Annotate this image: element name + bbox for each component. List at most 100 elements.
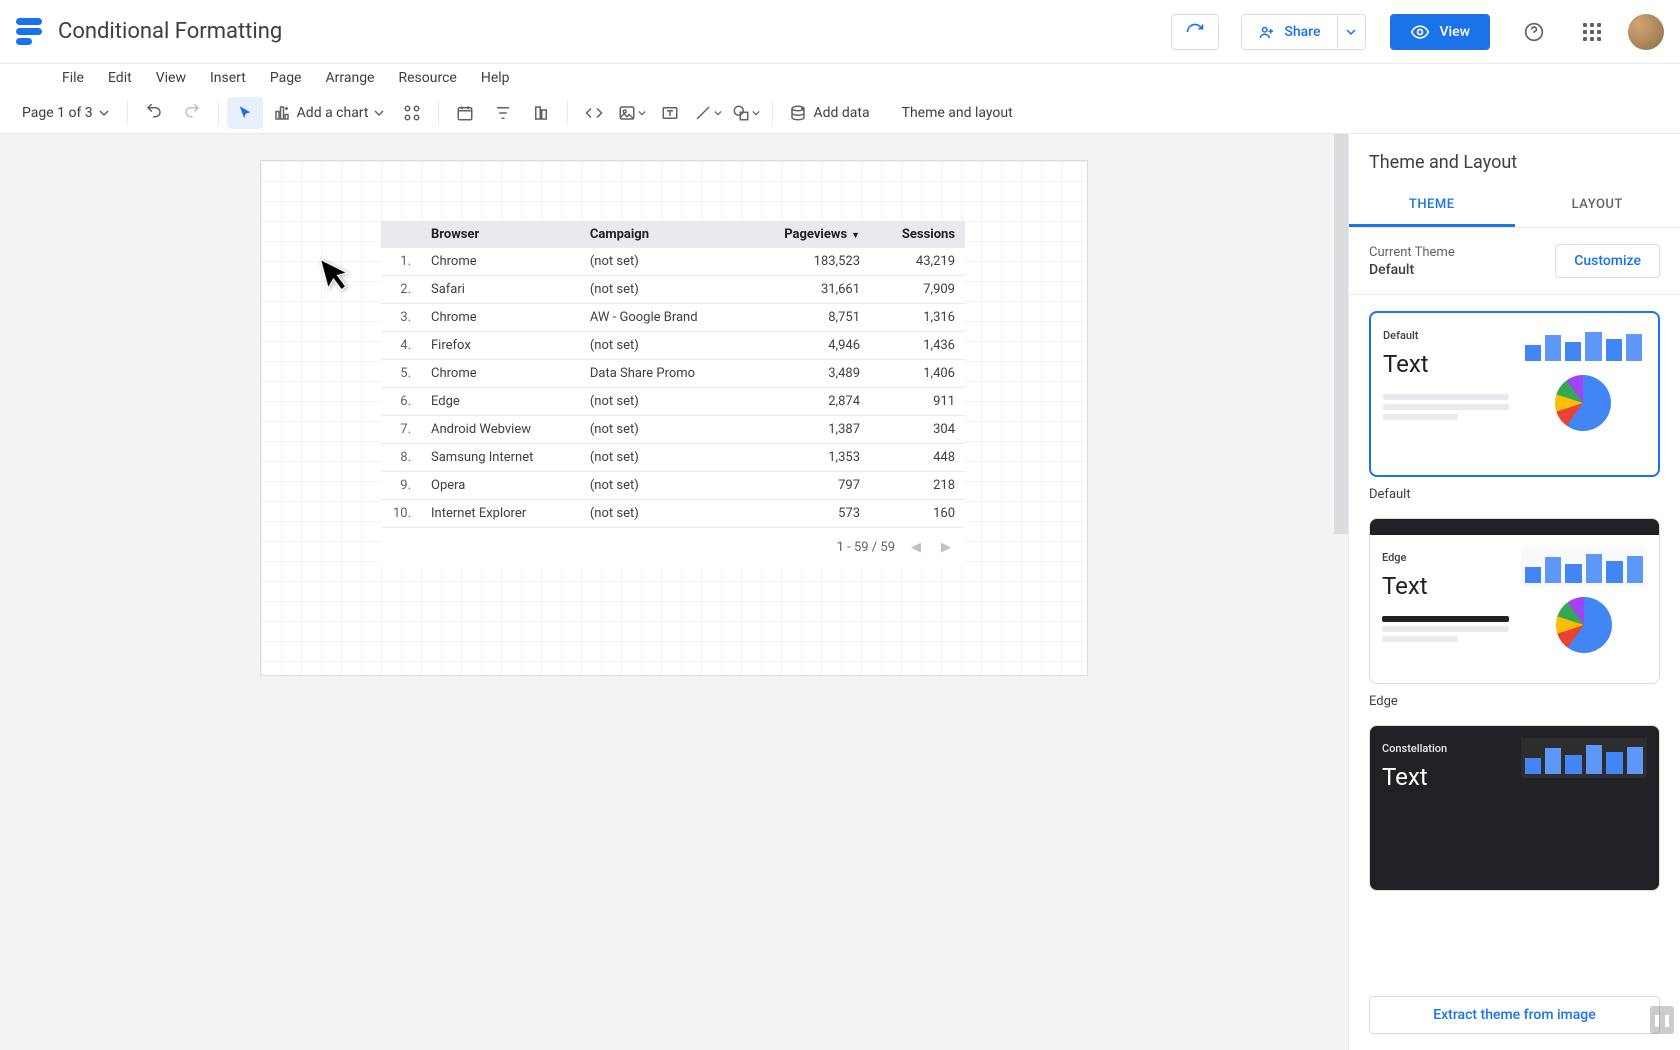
table-header-sessions[interactable]: Sessions xyxy=(870,221,965,248)
table-row[interactable]: 1. Chrome (not set) 183,523 43,219 xyxy=(381,248,965,276)
cell-pageviews: 3,489 xyxy=(746,360,870,388)
table-row[interactable]: 6. Edge (not set) 2,874 911 xyxy=(381,388,965,416)
add-chart-button[interactable]: Add a chart xyxy=(265,100,393,126)
add-chart-label: Add a chart xyxy=(297,105,369,121)
app-logo-icon xyxy=(16,18,44,46)
cell-pageviews: 1,387 xyxy=(746,416,870,444)
view-button[interactable]: View xyxy=(1390,14,1491,50)
bar-chart-icon xyxy=(1521,738,1648,778)
cell-campaign: Data Share Promo xyxy=(580,360,746,388)
extract-theme-button[interactable]: Extract theme from image xyxy=(1369,996,1660,1034)
theme-card-constellation[interactable]: Constellation Text xyxy=(1369,725,1660,891)
cell-sessions: 160 xyxy=(870,500,965,528)
community-viz-button[interactable] xyxy=(394,97,430,129)
cell-sessions: 448 xyxy=(870,444,965,472)
table-row[interactable]: 8. Samsung Internet (not set) 1,353 448 xyxy=(381,444,965,472)
row-index: 2. xyxy=(381,276,421,304)
current-theme-section: Current Theme Default Customize xyxy=(1349,228,1680,295)
menu-resource[interactable]: Resource xyxy=(388,66,466,90)
theme-preview-text: Text xyxy=(1382,763,1509,791)
table-header-pageviews[interactable]: Pageviews▼ xyxy=(746,221,870,248)
share-dropdown[interactable] xyxy=(1338,14,1366,50)
cell-sessions: 1,436 xyxy=(870,332,965,360)
data-control-button[interactable] xyxy=(523,97,559,129)
theme-label-edge: Edge xyxy=(1369,694,1660,709)
customize-button[interactable]: Customize xyxy=(1555,244,1660,278)
cell-campaign: AW - Google Brand xyxy=(580,304,746,332)
document-title[interactable]: Conditional Formatting xyxy=(58,19,282,44)
table-header-browser[interactable]: Browser xyxy=(421,221,580,248)
menu-file[interactable]: File xyxy=(52,66,94,90)
theme-card-edge[interactable]: Edge Text xyxy=(1369,518,1660,684)
date-range-button[interactable] xyxy=(447,97,483,129)
table-row[interactable]: 3. Chrome AW - Google Brand 8,751 1,316 xyxy=(381,304,965,332)
table-header-campaign[interactable]: Campaign xyxy=(580,221,746,248)
row-index: 4. xyxy=(381,332,421,360)
cell-campaign: (not set) xyxy=(580,472,746,500)
theme-layout-button[interactable]: Theme and layout xyxy=(892,99,1023,127)
bar-chart-icon xyxy=(1521,325,1647,365)
pie-chart-icon xyxy=(1555,375,1611,431)
tab-layout[interactable]: LAYOUT xyxy=(1515,185,1680,227)
menu-view[interactable]: View xyxy=(146,66,196,90)
user-avatar[interactable] xyxy=(1628,14,1664,50)
text-button[interactable] xyxy=(652,97,688,129)
canvas-area[interactable]: Browser Campaign Pageviews▼ Sessions 1. … xyxy=(0,134,1348,1050)
menu-arrange[interactable]: Arrange xyxy=(316,66,385,90)
menu-edit[interactable]: Edit xyxy=(98,66,142,90)
select-tool[interactable] xyxy=(227,97,263,129)
row-index: 7. xyxy=(381,416,421,444)
image-button[interactable] xyxy=(614,97,650,129)
cell-browser: Android Webview xyxy=(421,416,580,444)
menu-insert[interactable]: Insert xyxy=(200,66,256,90)
page-next-button[interactable]: ▶ xyxy=(937,536,955,559)
table-chart[interactable]: Browser Campaign Pageviews▼ Sessions 1. … xyxy=(381,221,965,567)
cursor-icon xyxy=(316,250,357,297)
cell-browser: Chrome xyxy=(421,360,580,388)
filter-control-button[interactable] xyxy=(485,97,521,129)
help-icon[interactable] xyxy=(1512,10,1556,54)
table-row[interactable]: 10. Internet Explorer (not set) 573 160 xyxy=(381,500,965,528)
bar-chart-icon xyxy=(1521,547,1648,587)
page-indicator-text: Page 1 of 3 xyxy=(22,105,93,121)
app-header: Conditional Formatting Share View xyxy=(0,0,1680,64)
table-row[interactable]: 9. Opera (not set) 797 218 xyxy=(381,472,965,500)
cell-browser: Chrome xyxy=(421,248,580,276)
table-row[interactable]: 4. Firefox (not set) 4,946 1,436 xyxy=(381,332,965,360)
cell-campaign: (not set) xyxy=(580,416,746,444)
add-data-button[interactable]: Add data xyxy=(781,100,877,126)
tab-theme[interactable]: THEME xyxy=(1349,185,1515,227)
scroll-thumb[interactable] xyxy=(1334,134,1348,534)
menu-help[interactable]: Help xyxy=(471,66,520,90)
page-indicator[interactable]: Page 1 of 3 xyxy=(12,99,119,127)
row-index: 5. xyxy=(381,360,421,388)
theme-preview-text: Text xyxy=(1382,572,1509,600)
theme-list[interactable]: Default Text Default Edge Text xyxy=(1349,295,1680,984)
row-index: 10. xyxy=(381,500,421,528)
redo-button[interactable] xyxy=(174,97,210,129)
table-row[interactable]: 2. Safari (not set) 31,661 7,909 xyxy=(381,276,965,304)
line-button[interactable] xyxy=(690,97,726,129)
apps-icon[interactable] xyxy=(1570,10,1614,54)
undo-button[interactable] xyxy=(136,97,172,129)
refresh-button[interactable] xyxy=(1171,14,1219,50)
cell-sessions: 218 xyxy=(870,472,965,500)
share-button[interactable]: Share xyxy=(1241,14,1337,50)
cell-pageviews: 4,946 xyxy=(746,332,870,360)
shape-button[interactable] xyxy=(728,97,764,129)
table-row[interactable]: 7. Android Webview (not set) 1,387 304 xyxy=(381,416,965,444)
menu-page[interactable]: Page xyxy=(260,66,312,90)
cell-sessions: 304 xyxy=(870,416,965,444)
menubar: File Edit View Insert Page Arrange Resou… xyxy=(0,64,1680,92)
cell-sessions: 7,909 xyxy=(870,276,965,304)
theme-card-default[interactable]: Default Text xyxy=(1369,311,1660,477)
theme-preview-name: Edge xyxy=(1382,551,1509,564)
vertical-scrollbar[interactable] xyxy=(1334,134,1348,1050)
report-canvas[interactable]: Browser Campaign Pageviews▼ Sessions 1. … xyxy=(260,160,1088,676)
url-embed-button[interactable] xyxy=(576,97,612,129)
pause-icon: ❚❚ xyxy=(1650,1006,1674,1034)
table-row[interactable]: 5. Chrome Data Share Promo 3,489 1,406 xyxy=(381,360,965,388)
page-prev-button[interactable]: ◀ xyxy=(907,536,925,559)
cell-browser: Firefox xyxy=(421,332,580,360)
current-theme-label: Current Theme xyxy=(1369,245,1455,260)
